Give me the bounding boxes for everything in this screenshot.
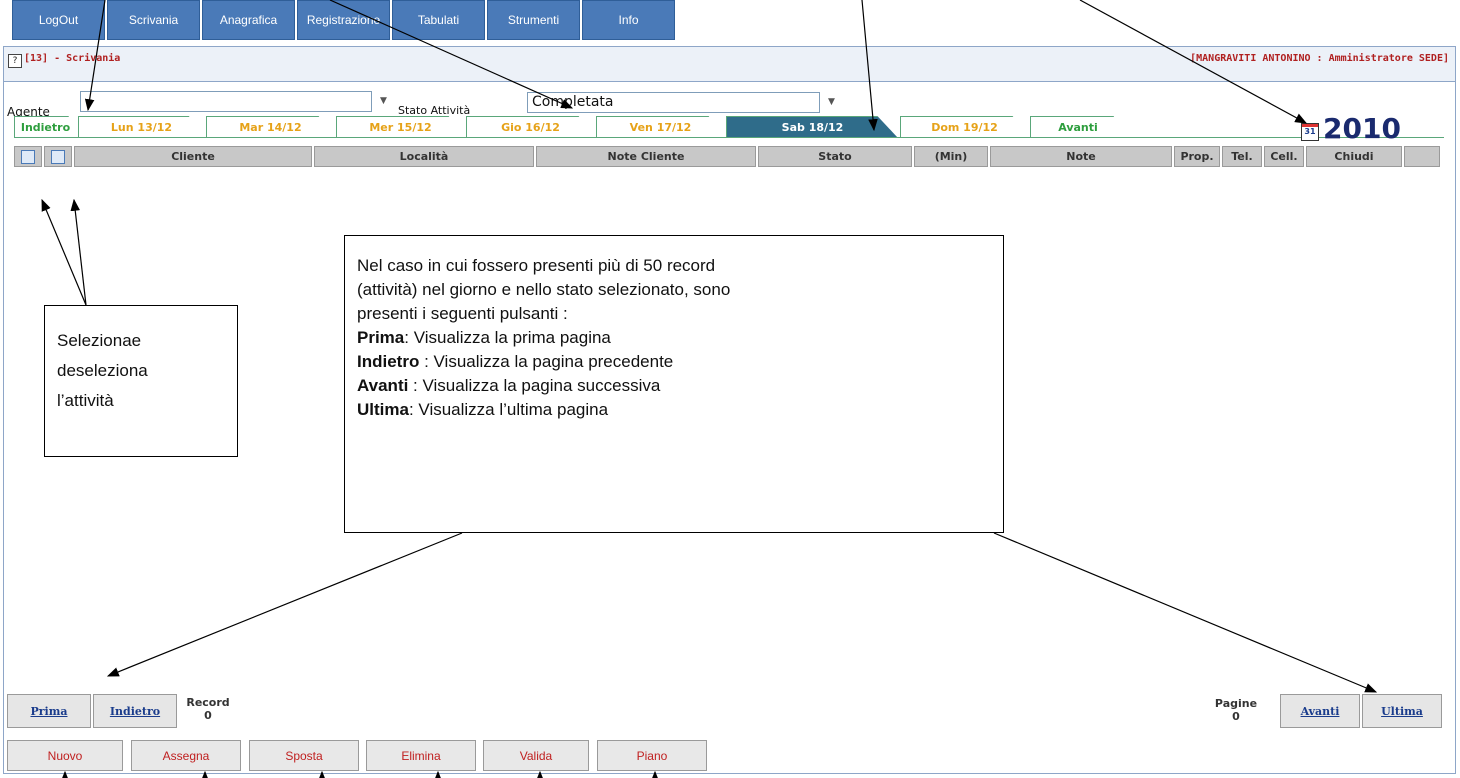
arrow-to-tab-sab: [861, 0, 878, 132]
arrow-to-stato: [329, 0, 574, 109]
arrow-to-agente: [84, 0, 106, 112]
arrow-to-calendar: [1079, 0, 1308, 124]
arrow-to-prima: [106, 532, 463, 677]
arrow-to-ultima: [993, 532, 1378, 693]
annotation-arrows: [41, 0, 1378, 778]
